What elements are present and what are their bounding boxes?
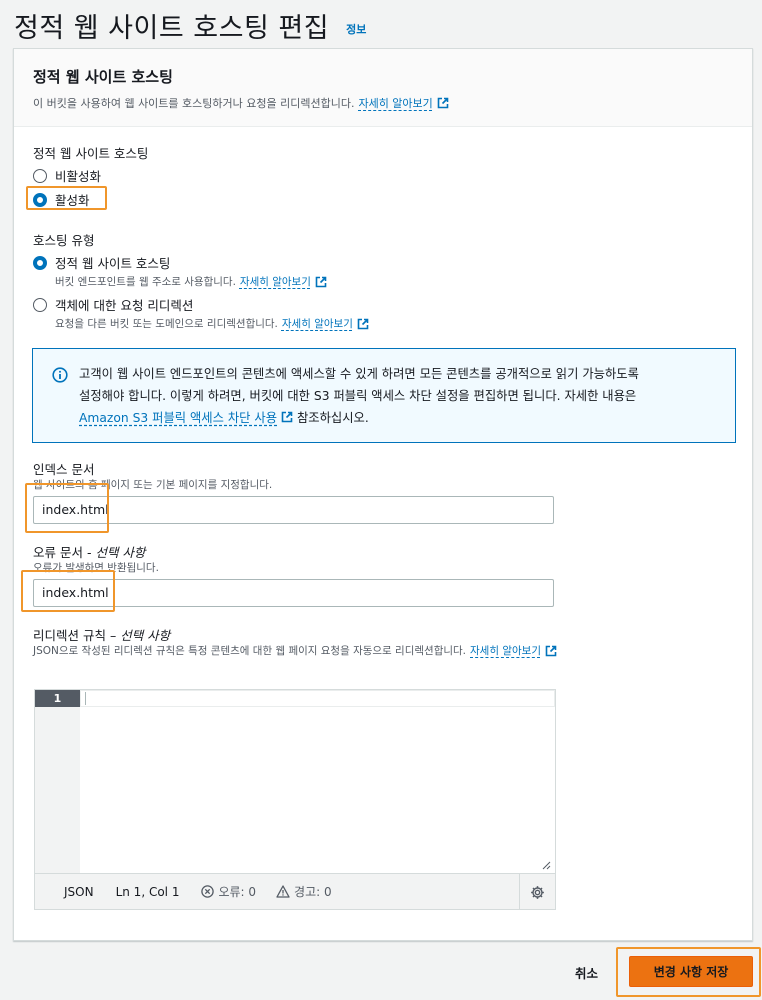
editor-errors[interactable]: 오류: 0 — [201, 883, 256, 900]
external-link-icon[interactable] — [357, 318, 369, 330]
radio-redirect-control[interactable] — [33, 297, 47, 312]
editor-warnings-text: 경고: 0 — [294, 885, 332, 899]
radio-disable-label: 비활성화 — [55, 169, 102, 184]
panel-description: 이 버킷을 사용하여 웹 사이트를 호스팅하거나 요청을 리디렉션합니다. 자세… — [33, 95, 733, 111]
info-alert: 고객이 웹 사이트 엔드포인트의 콘텐츠에 액세스할 수 있게 하려면 모든 콘… — [32, 348, 736, 443]
redirect-learn-more-link[interactable]: 자세히 알아보기 — [282, 316, 353, 331]
line-number: 1 — [35, 690, 80, 707]
highlight-box — [21, 570, 115, 612]
index-document-input[interactable]: index.html — [33, 496, 554, 524]
optional-tag: 선택 사항 — [95, 545, 146, 560]
redirect-rules-label: 리디렉션 규칙 – 선택 사항 — [33, 625, 170, 644]
cancel-button[interactable]: 취소 — [575, 963, 598, 982]
redirect-rules-description: JSON으로 작성된 리디렉션 규칙은 특정 콘텐츠에 대한 웹 페이지 요청을… — [33, 643, 557, 658]
index-document-label: 인덱스 문서 — [33, 462, 95, 477]
radio-disable[interactable]: 비활성화 — [33, 166, 101, 185]
block-public-access-link[interactable]: Amazon S3 퍼블릭 액세스 차단 사용 — [79, 411, 277, 425]
redirect-rules-learn-more-link[interactable]: 자세히 알아보기 — [470, 643, 541, 658]
editor-status-bar: JSON Ln 1, Col 1 오류: 0 경고: 0 — [35, 873, 555, 910]
error-icon — [201, 885, 215, 898]
alert-line-1: 고객이 웹 사이트 엔드포인트의 콘텐츠에 액세스할 수 있게 하려면 모든 콘… — [79, 367, 639, 381]
external-link-icon[interactable] — [315, 276, 327, 288]
radio-static-hosting[interactable]: 정적 웹 사이트 호스팅 버킷 엔드포인트를 웹 주소로 사용합니다. 자세히 … — [33, 253, 327, 289]
editor-active-line[interactable] — [80, 690, 555, 707]
static-hosting-panel: 정적 웹 사이트 호스팅 이 버킷을 사용하여 웹 사이트를 호스팅하거나 요청… — [13, 48, 753, 941]
panel-title: 정적 웹 사이트 호스팅 — [33, 68, 173, 86]
static-hosting-description-text: 버킷 엔드포인트를 웹 주소로 사용합니다. — [55, 276, 236, 288]
warning-icon — [276, 885, 290, 898]
radio-static-hosting-control[interactable] — [33, 255, 47, 270]
editor-gutter — [35, 690, 80, 875]
highlight-box — [25, 483, 109, 533]
editor-settings-button[interactable] — [519, 874, 555, 910]
panel-description-text: 이 버킷을 사용하여 웹 사이트를 호스팅하거나 요청을 리디렉션합니다. — [33, 97, 355, 110]
editor-language: JSON — [64, 884, 94, 899]
text-cursor — [85, 692, 86, 705]
highlight-box — [26, 186, 107, 210]
info-link[interactable]: 정보 — [346, 21, 366, 37]
external-link-icon[interactable] — [545, 645, 557, 657]
error-document-label: 오류 문서 - 선택 사항 — [33, 542, 145, 561]
page-header: 정적 웹 사이트 호스팅 편집 정보 — [14, 6, 366, 45]
external-link-icon[interactable] — [281, 411, 293, 423]
alert-suffix: 참조하십시오. — [296, 411, 369, 425]
panel-header: 정적 웹 사이트 호스팅 이 버킷을 사용하여 웹 사이트를 호스팅하거나 요청… — [14, 49, 752, 127]
gear-icon — [531, 885, 544, 899]
resize-handle-icon[interactable] — [541, 860, 551, 870]
radio-static-hosting-label: 정적 웹 사이트 호스팅 — [55, 256, 171, 271]
alert-line-2: 설정해야 합니다. 이렇게 하려면, 버킷에 대한 S3 퍼블릭 액세스 차단 … — [79, 389, 637, 403]
redirect-description: 요청을 다른 버킷 또는 도메인으로 리디렉션합니다. 자세히 알아보기 — [55, 316, 369, 331]
static-hosting-description: 버킷 엔드포인트를 웹 주소로 사용합니다. 자세히 알아보기 — [55, 274, 327, 289]
optional-tag: 선택 사항 — [120, 628, 171, 643]
radio-redirect[interactable]: 객체에 대한 요청 리디렉션 요청을 다른 버킷 또는 도메인으로 리디렉션합니… — [33, 295, 369, 331]
redirect-rules-editor[interactable]: 1 JSON Ln 1, Col 1 오류: 0 경고: 0 — [34, 689, 556, 910]
static-hosting-learn-more-link[interactable]: 자세히 알아보기 — [240, 274, 311, 289]
page-title: 정적 웹 사이트 호스팅 편집 — [14, 13, 330, 44]
highlight-box — [616, 947, 761, 997]
hosting-type-label: 호스팅 유형 — [33, 233, 95, 248]
editor-cursor-position: Ln 1, Col 1 — [115, 884, 180, 899]
info-icon — [52, 367, 68, 383]
external-link-icon[interactable] — [437, 97, 449, 109]
alert-line-3: Amazon S3 퍼블릭 액세스 차단 사용 참조하십시오. — [79, 407, 719, 429]
redirect-description-text: 요청을 다른 버킷 또는 도메인으로 리디렉션합니다. — [55, 318, 278, 330]
radio-redirect-label: 객체에 대한 요청 리디렉션 — [55, 298, 194, 313]
radio-disable-control[interactable] — [33, 168, 47, 183]
editor-warnings[interactable]: 경고: 0 — [276, 883, 332, 900]
redirect-rules-description-text: JSON으로 작성된 리디렉션 규칙은 특정 콘텐츠에 대한 웹 페이지 요청을… — [33, 645, 467, 657]
label-separator: – — [105, 628, 121, 643]
label-separator: - — [82, 545, 96, 560]
hosting-label: 정적 웹 사이트 호스팅 — [33, 146, 149, 161]
editor-errors-text: 오류: 0 — [218, 885, 257, 899]
learn-more-link[interactable]: 자세히 알아보기 — [358, 95, 432, 111]
error-document-label-text: 오류 문서 — [33, 545, 83, 560]
redirect-rules-label-text: 리디렉션 규칙 — [33, 628, 106, 643]
